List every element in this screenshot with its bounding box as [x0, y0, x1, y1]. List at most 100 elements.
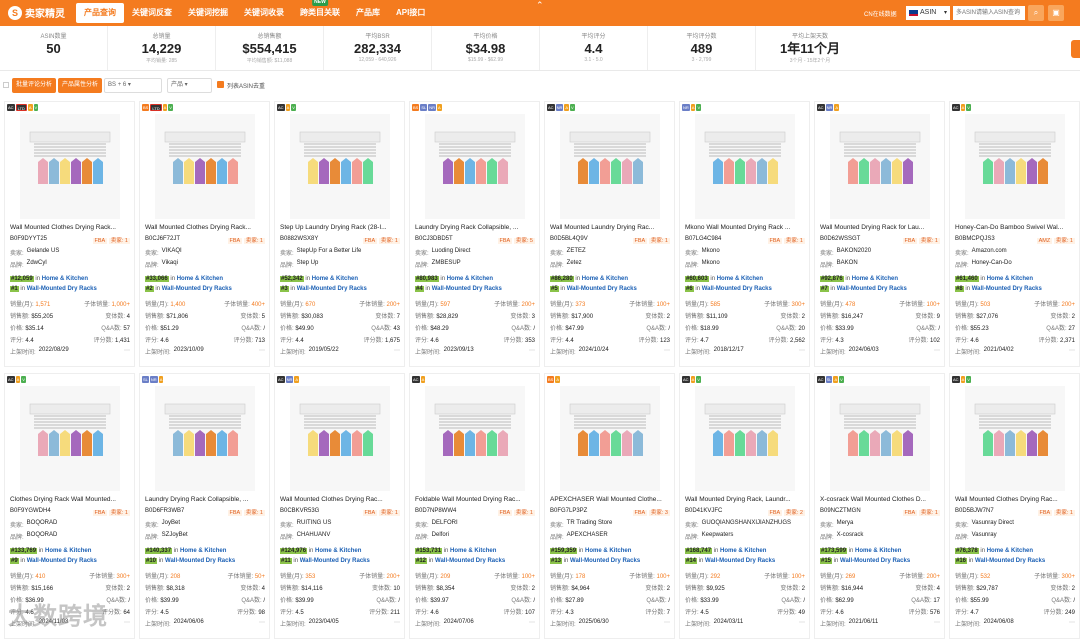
brand-name[interactable]: ZdwCyl: [27, 260, 47, 269]
category-sub-link[interactable]: Wall-Mounted Dry Racks: [27, 286, 97, 292]
more-icon[interactable]: ⋯: [1069, 619, 1075, 628]
category-main-link[interactable]: Home & Kitchen: [177, 276, 223, 282]
brand-name[interactable]: SZJoyBet: [162, 532, 188, 541]
product-title[interactable]: X-cosrack Wall Mounted Clothes D...: [820, 496, 940, 503]
dedupe-checkbox[interactable]: [217, 81, 224, 88]
seller-name[interactable]: DELFORI: [432, 520, 458, 529]
category-main-link[interactable]: Home & Kitchen: [987, 276, 1033, 282]
category-sub-link[interactable]: Wall-Mounted Dry Racks: [432, 286, 502, 292]
more-icon[interactable]: ⋯: [664, 347, 670, 356]
more-icon[interactable]: ⋯: [124, 347, 130, 356]
product-card[interactable]: SL NR A Laundry Drying Rack Collapsible, ..…: [139, 373, 270, 639]
product-image[interactable]: [20, 114, 120, 219]
seller-name[interactable]: StepUp For a Better Life: [297, 248, 362, 257]
product-image[interactable]: [290, 386, 390, 491]
product-image[interactable]: [830, 114, 930, 219]
brand-name[interactable]: X-cosrack: [837, 532, 864, 541]
nav-item[interactable]: 关键词反查: [124, 0, 180, 26]
seller-name[interactable]: VIKAQI: [162, 248, 182, 257]
seller-name[interactable]: Mkono: [702, 248, 720, 257]
product-image-wrap[interactable]: [425, 386, 525, 491]
side-panel-toggle[interactable]: [1071, 40, 1080, 58]
seller-name[interactable]: Luoding Direct: [432, 248, 471, 257]
category-sub-link[interactable]: Wall-Mounted Dry Racks: [975, 558, 1045, 564]
more-icon[interactable]: ⋯: [259, 347, 265, 356]
product-title[interactable]: Honey-Can-Do Bamboo Swivel Wal...: [955, 224, 1075, 231]
product-image[interactable]: [425, 114, 525, 219]
asin[interactable]: B0F9DYYT25: [10, 236, 47, 244]
category-main-link[interactable]: Home & Kitchen: [45, 548, 91, 554]
logo[interactable]: S 卖家精灵: [8, 5, 65, 20]
nav-item[interactable]: 关键词收录: [236, 0, 292, 26]
more-icon[interactable]: ⋯: [529, 347, 535, 356]
more-icon[interactable]: ⋯: [664, 619, 670, 628]
asin-search-input[interactable]: [953, 6, 1025, 20]
category-main-link[interactable]: Home & Kitchen: [717, 276, 763, 282]
product-image-wrap[interactable]: [290, 114, 390, 219]
nav-item[interactable]: 跨类目关联 NEW: [292, 0, 348, 26]
asin[interactable]: B09NCZTMGN: [820, 508, 861, 516]
brand-name[interactable]: Vasunray: [972, 532, 997, 541]
product-card[interactable]: AC NR A Wall Mounted Drying Rack for Lau...…: [814, 101, 945, 367]
product-card[interactable]: BS A APEXCHASER Wall Mounted Clothe... B0FG…: [544, 373, 675, 639]
more-icon[interactable]: ⋯: [394, 347, 400, 356]
product-title[interactable]: Laundry Drying Rack Collapsible, ...: [415, 224, 535, 231]
product-card[interactable]: NR A V Mkono Wall Mounted Drying Rack ... B0…: [679, 101, 810, 367]
batch-review-analysis-button[interactable]: 批量评论分析: [12, 78, 57, 93]
product-image[interactable]: [695, 386, 795, 491]
seller-name[interactable]: ZETEZ: [567, 248, 586, 257]
asin[interactable]: B0BMCPQJS3: [955, 236, 995, 244]
category-sub-link[interactable]: Wall-Mounted Dry Racks: [702, 286, 772, 292]
nav-item[interactable]: 关键词挖掘: [180, 0, 236, 26]
product-image-wrap[interactable]: [830, 114, 930, 219]
product-image-wrap[interactable]: [965, 386, 1065, 491]
product-image[interactable]: [560, 114, 660, 219]
category-sub-link[interactable]: Wall-Mounted Dry Racks: [705, 558, 775, 564]
collapse-handle-icon[interactable]: ⌃: [536, 0, 544, 11]
asin[interactable]: B07LG4C984: [685, 236, 721, 244]
category-sub-link[interactable]: Wall-Mounted Dry Racks: [165, 558, 235, 564]
product-image-wrap[interactable]: [290, 386, 390, 491]
brand-name[interactable]: Vikaqi: [162, 260, 178, 269]
product-title[interactable]: Laundry Drying Rack Collapsible, ...: [145, 496, 265, 503]
category-sub-link[interactable]: Wall-Mounted Dry Racks: [840, 558, 910, 564]
asin[interactable]: B0CJ6F72JT: [145, 236, 180, 244]
product-image[interactable]: [20, 386, 120, 491]
product-image-wrap[interactable]: [965, 114, 1065, 219]
product-title[interactable]: Wall Mounted Clothes Drying Rack...: [145, 224, 265, 231]
more-icon[interactable]: ⋯: [799, 619, 805, 628]
attribute-analysis-button[interactable]: 产品属性分析: [58, 78, 103, 93]
seller-name[interactable]: Merya: [837, 520, 854, 529]
brand-name[interactable]: Keepwaters: [702, 532, 734, 541]
seller-name[interactable]: Amazon.com: [972, 248, 1007, 257]
brand-name[interactable]: Zetez: [567, 260, 582, 269]
asin[interactable]: B0D41KVJFC: [685, 508, 722, 516]
product-title[interactable]: Wall Mounted Clothes Drying Rac...: [280, 496, 400, 503]
product-image-wrap[interactable]: [560, 114, 660, 219]
product-image-wrap[interactable]: [155, 114, 255, 219]
seller-name[interactable]: BAKON2020: [837, 248, 871, 257]
product-image[interactable]: [155, 386, 255, 491]
product-image[interactable]: [560, 386, 660, 491]
badge-filter-select[interactable]: BS + 6 ▾: [104, 78, 162, 93]
category-sub-link[interactable]: Wall-Mounted Dry Racks: [300, 558, 370, 564]
product-image-wrap[interactable]: [155, 386, 255, 491]
category-sub-link[interactable]: Wall-Mounted Dry Racks: [435, 558, 505, 564]
product-image[interactable]: [830, 386, 930, 491]
product-title[interactable]: Wall Mounted Drying Rack for Lau...: [820, 224, 940, 231]
asin[interactable]: B0D5BL4Q9V: [550, 236, 588, 244]
asin[interactable]: B0FG7LP3PZ: [550, 508, 587, 516]
asin[interactable]: B0882WSX8Y: [280, 236, 318, 244]
category-main-link[interactable]: Home & Kitchen: [180, 548, 226, 554]
product-card[interactable]: AC A V Honey-Can-Do Bamboo Swivel Wal... B0B…: [949, 101, 1080, 367]
more-icon[interactable]: ⋯: [259, 619, 265, 628]
product-image[interactable]: [155, 114, 255, 219]
product-title[interactable]: Wall Mounted Drying Rack, Laundr...: [685, 496, 805, 503]
product-card[interactable]: AC A V Step Up Laundry Drying Rack (28-I...…: [274, 101, 405, 367]
product-card[interactable]: AC A V Wall Mounted Drying Rack, Laundr... B…: [679, 373, 810, 639]
marketplace-select[interactable]: ASIN ▾: [906, 6, 950, 20]
product-image[interactable]: [695, 114, 795, 219]
brand-name[interactable]: Honey-Can-Do: [972, 260, 1012, 269]
seller-name[interactable]: Vasunray Direct: [972, 520, 1014, 529]
category-main-link[interactable]: Home & Kitchen: [582, 276, 628, 282]
